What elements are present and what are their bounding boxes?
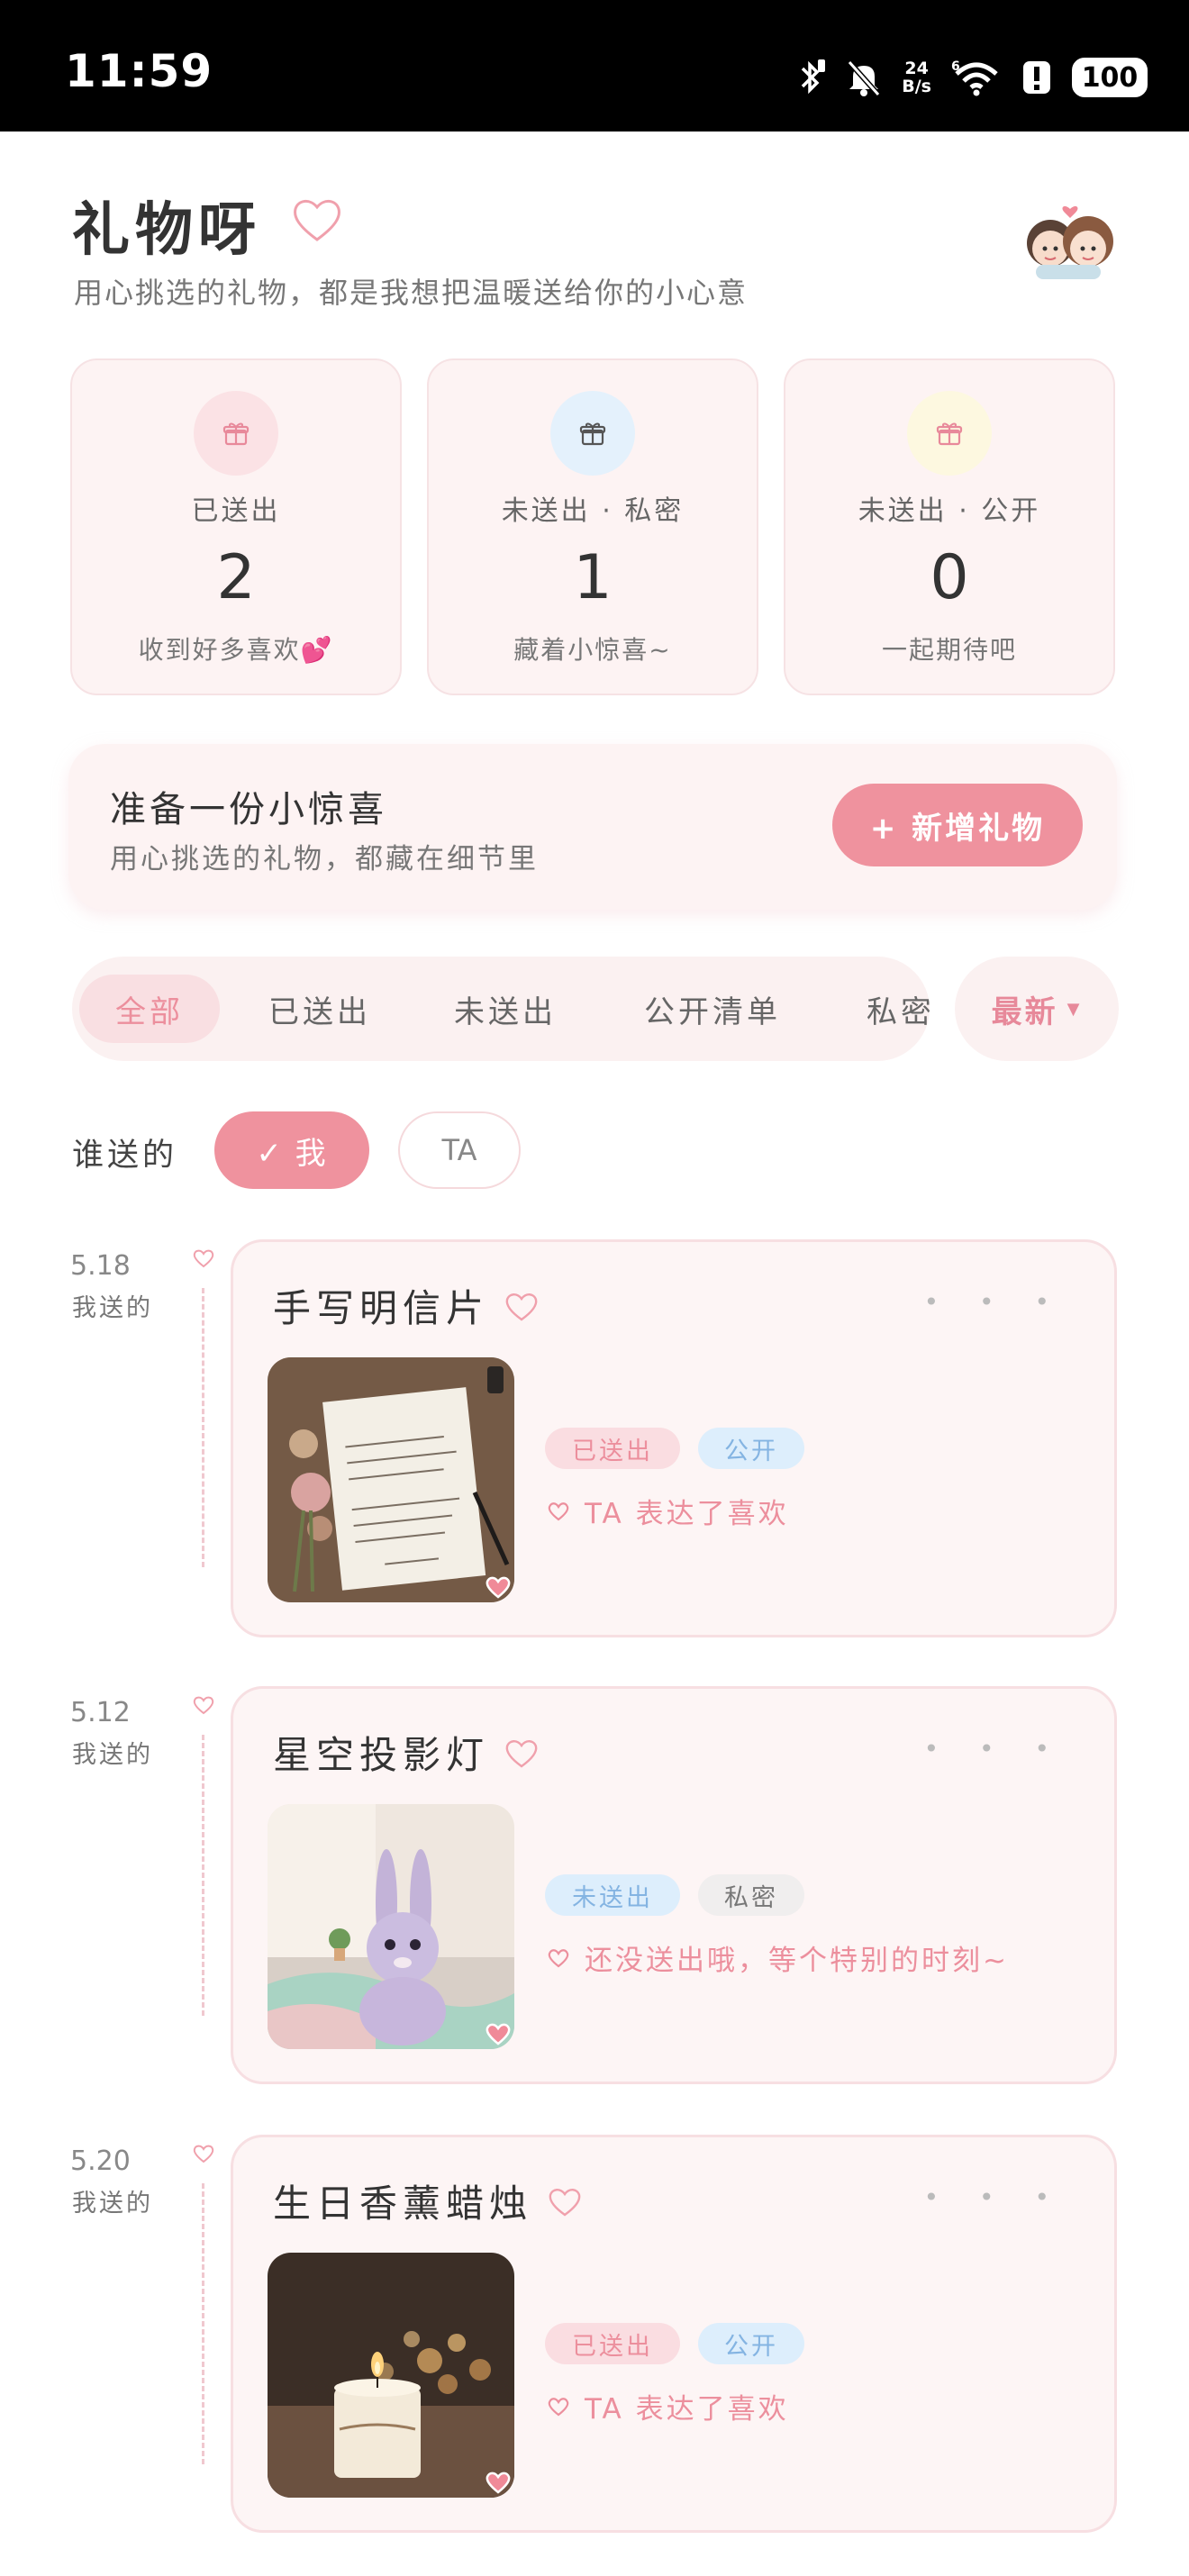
gift-icon bbox=[550, 391, 635, 476]
gift-icon bbox=[194, 391, 278, 476]
timeline-line bbox=[202, 2183, 204, 2464]
stat-caption: 藏着小惊喜~ bbox=[513, 635, 672, 665]
status-bar: 11:59 24 B/s 6 100 bbox=[0, 0, 1189, 132]
stat-card-unsent-public[interactable]: 未送出 · 公开 0 一起期待吧 bbox=[784, 358, 1115, 695]
network-speed: 24 B/s bbox=[902, 59, 931, 96]
gift-icon bbox=[907, 391, 992, 476]
caret-down-icon: ▼ bbox=[1066, 999, 1083, 1019]
add-gift-button[interactable]: + 新增礼物 bbox=[832, 784, 1083, 866]
stat-value: 2 bbox=[216, 542, 256, 613]
tab-unsent[interactable]: 未送出 bbox=[429, 975, 582, 1043]
gift-giver: 我送的 bbox=[72, 1741, 153, 1769]
stat-label: 未送出 · 私密 bbox=[501, 495, 685, 527]
gift-name: 星空投影灯 bbox=[273, 1733, 490, 1777]
gift-name: 手写明信片 bbox=[273, 1286, 490, 1330]
status-tag: 已送出 bbox=[545, 1428, 680, 1469]
banner-subheading: 用心挑选的礼物，都藏在细节里 bbox=[110, 843, 539, 875]
giver-chip-ta[interactable]: TA bbox=[398, 1111, 521, 1189]
gift-giver: 我送的 bbox=[72, 2190, 153, 2218]
heart-outline-icon bbox=[548, 1501, 569, 1520]
visibility-tag: 公开 bbox=[698, 2323, 804, 2364]
status-icons: 24 B/s 6 100 bbox=[795, 52, 1148, 103]
tab-sent[interactable]: 已送出 bbox=[243, 975, 396, 1043]
gift-name: 生日香薰蜡烛 bbox=[273, 2181, 533, 2226]
mute-icon bbox=[846, 59, 882, 96]
more-options-icon[interactable]: • • • bbox=[924, 1287, 1066, 1317]
heart-outline-icon bbox=[505, 1293, 538, 1320]
heart-badge-icon bbox=[486, 1575, 511, 1602]
stat-label: 未送出 · 公开 bbox=[858, 495, 1041, 527]
more-options-icon[interactable]: • • • bbox=[924, 2182, 1066, 2212]
gift-note: TA 表达了喜欢 bbox=[585, 2393, 789, 2426]
timeline-heart-icon bbox=[193, 1695, 214, 1719]
gift-date: 5.12 bbox=[70, 1697, 131, 1728]
battery-icon: 100 bbox=[1072, 58, 1148, 97]
heart-outline-icon bbox=[548, 2397, 569, 2416]
timeline-line bbox=[202, 1288, 204, 1567]
aroma-candle-photo bbox=[268, 2253, 514, 2498]
stat-caption: 收到好多喜欢💕 bbox=[138, 635, 334, 665]
giver-chip-me[interactable]: ✓ 我 bbox=[214, 1111, 369, 1189]
stat-value: 1 bbox=[573, 542, 613, 613]
heart-outline-icon bbox=[549, 2188, 581, 2216]
couple-avatar[interactable] bbox=[1020, 200, 1117, 290]
timeline-heart-icon bbox=[193, 2144, 214, 2167]
visibility-tag: 私密 bbox=[698, 1874, 804, 1916]
status-tag: 已送出 bbox=[545, 2323, 680, 2364]
sort-dropdown[interactable]: 最新 ▼ bbox=[955, 957, 1119, 1061]
gift-note: 还没送出哦，等个特别的时刻~ bbox=[585, 1945, 1009, 1977]
page-title: 礼物呀 bbox=[72, 197, 261, 264]
bunny-plush-photo bbox=[268, 1804, 514, 2049]
more-options-icon[interactable]: • • • bbox=[924, 1734, 1066, 1764]
alert-icon bbox=[1021, 59, 1052, 95]
heart-badge-icon bbox=[486, 2022, 511, 2049]
timeline-line bbox=[202, 1735, 204, 2016]
tab-all[interactable]: 全部 bbox=[79, 975, 220, 1043]
heart-outline-icon bbox=[548, 1948, 569, 1967]
status-time: 11:59 bbox=[65, 45, 213, 97]
wifi-icon: 6 bbox=[951, 58, 1002, 97]
page-subtitle: 用心挑选的礼物，都是我想把温暖送给你的小心意 bbox=[74, 276, 749, 310]
filter-tabs: 全部 已送出 未送出 公开清单 私密 bbox=[72, 957, 930, 1061]
gift-card[interactable]: 星空投影灯 • • • 未送出 私密 还没送出哦，等个特别的时刻~ bbox=[231, 1686, 1117, 2084]
add-gift-banner: 准备一份小惊喜 用心挑选的礼物，都藏在细节里 + 新增礼物 bbox=[68, 744, 1117, 910]
gift-note: TA 表达了喜欢 bbox=[585, 1498, 789, 1530]
status-tag: 未送出 bbox=[545, 1874, 680, 1916]
gift-giver: 我送的 bbox=[72, 1294, 153, 1322]
svg-text:6: 6 bbox=[951, 59, 960, 74]
heart-outline-icon bbox=[505, 1739, 538, 1767]
banner-heading: 准备一份小惊喜 bbox=[110, 789, 387, 830]
gift-card[interactable]: 生日香薰蜡烛 • • • 已送出 公开 TA 表达了喜欢 bbox=[231, 2135, 1117, 2533]
bluetooth-icon bbox=[795, 58, 826, 97]
heart-badge-icon bbox=[486, 2471, 511, 2498]
gift-date: 5.20 bbox=[70, 2145, 131, 2177]
stat-card-unsent-private[interactable]: 未送出 · 私密 1 藏着小惊喜~ bbox=[427, 358, 758, 695]
gift-date: 5.18 bbox=[70, 1250, 131, 1282]
handwritten-postcard-photo bbox=[268, 1357, 514, 1602]
giver-filter-label: 谁送的 bbox=[72, 1138, 178, 1174]
timeline-heart-icon bbox=[193, 1248, 214, 1272]
sort-label: 最新 bbox=[991, 993, 1058, 1030]
gift-card[interactable]: 手写明信片 • • • 已送出 公开 TA 表达了喜欢 bbox=[231, 1239, 1117, 1637]
stat-label: 已送出 bbox=[191, 495, 281, 527]
stat-caption: 一起期待吧 bbox=[881, 635, 1017, 665]
visibility-tag: 公开 bbox=[698, 1428, 804, 1469]
stat-value: 0 bbox=[930, 542, 969, 613]
stat-card-sent[interactable]: 已送出 2 收到好多喜欢💕 bbox=[70, 358, 402, 695]
tab-public-list[interactable]: 公开清单 bbox=[620, 975, 805, 1043]
heart-outline-icon bbox=[290, 195, 344, 249]
tab-private[interactable]: 私密 bbox=[838, 975, 930, 1043]
